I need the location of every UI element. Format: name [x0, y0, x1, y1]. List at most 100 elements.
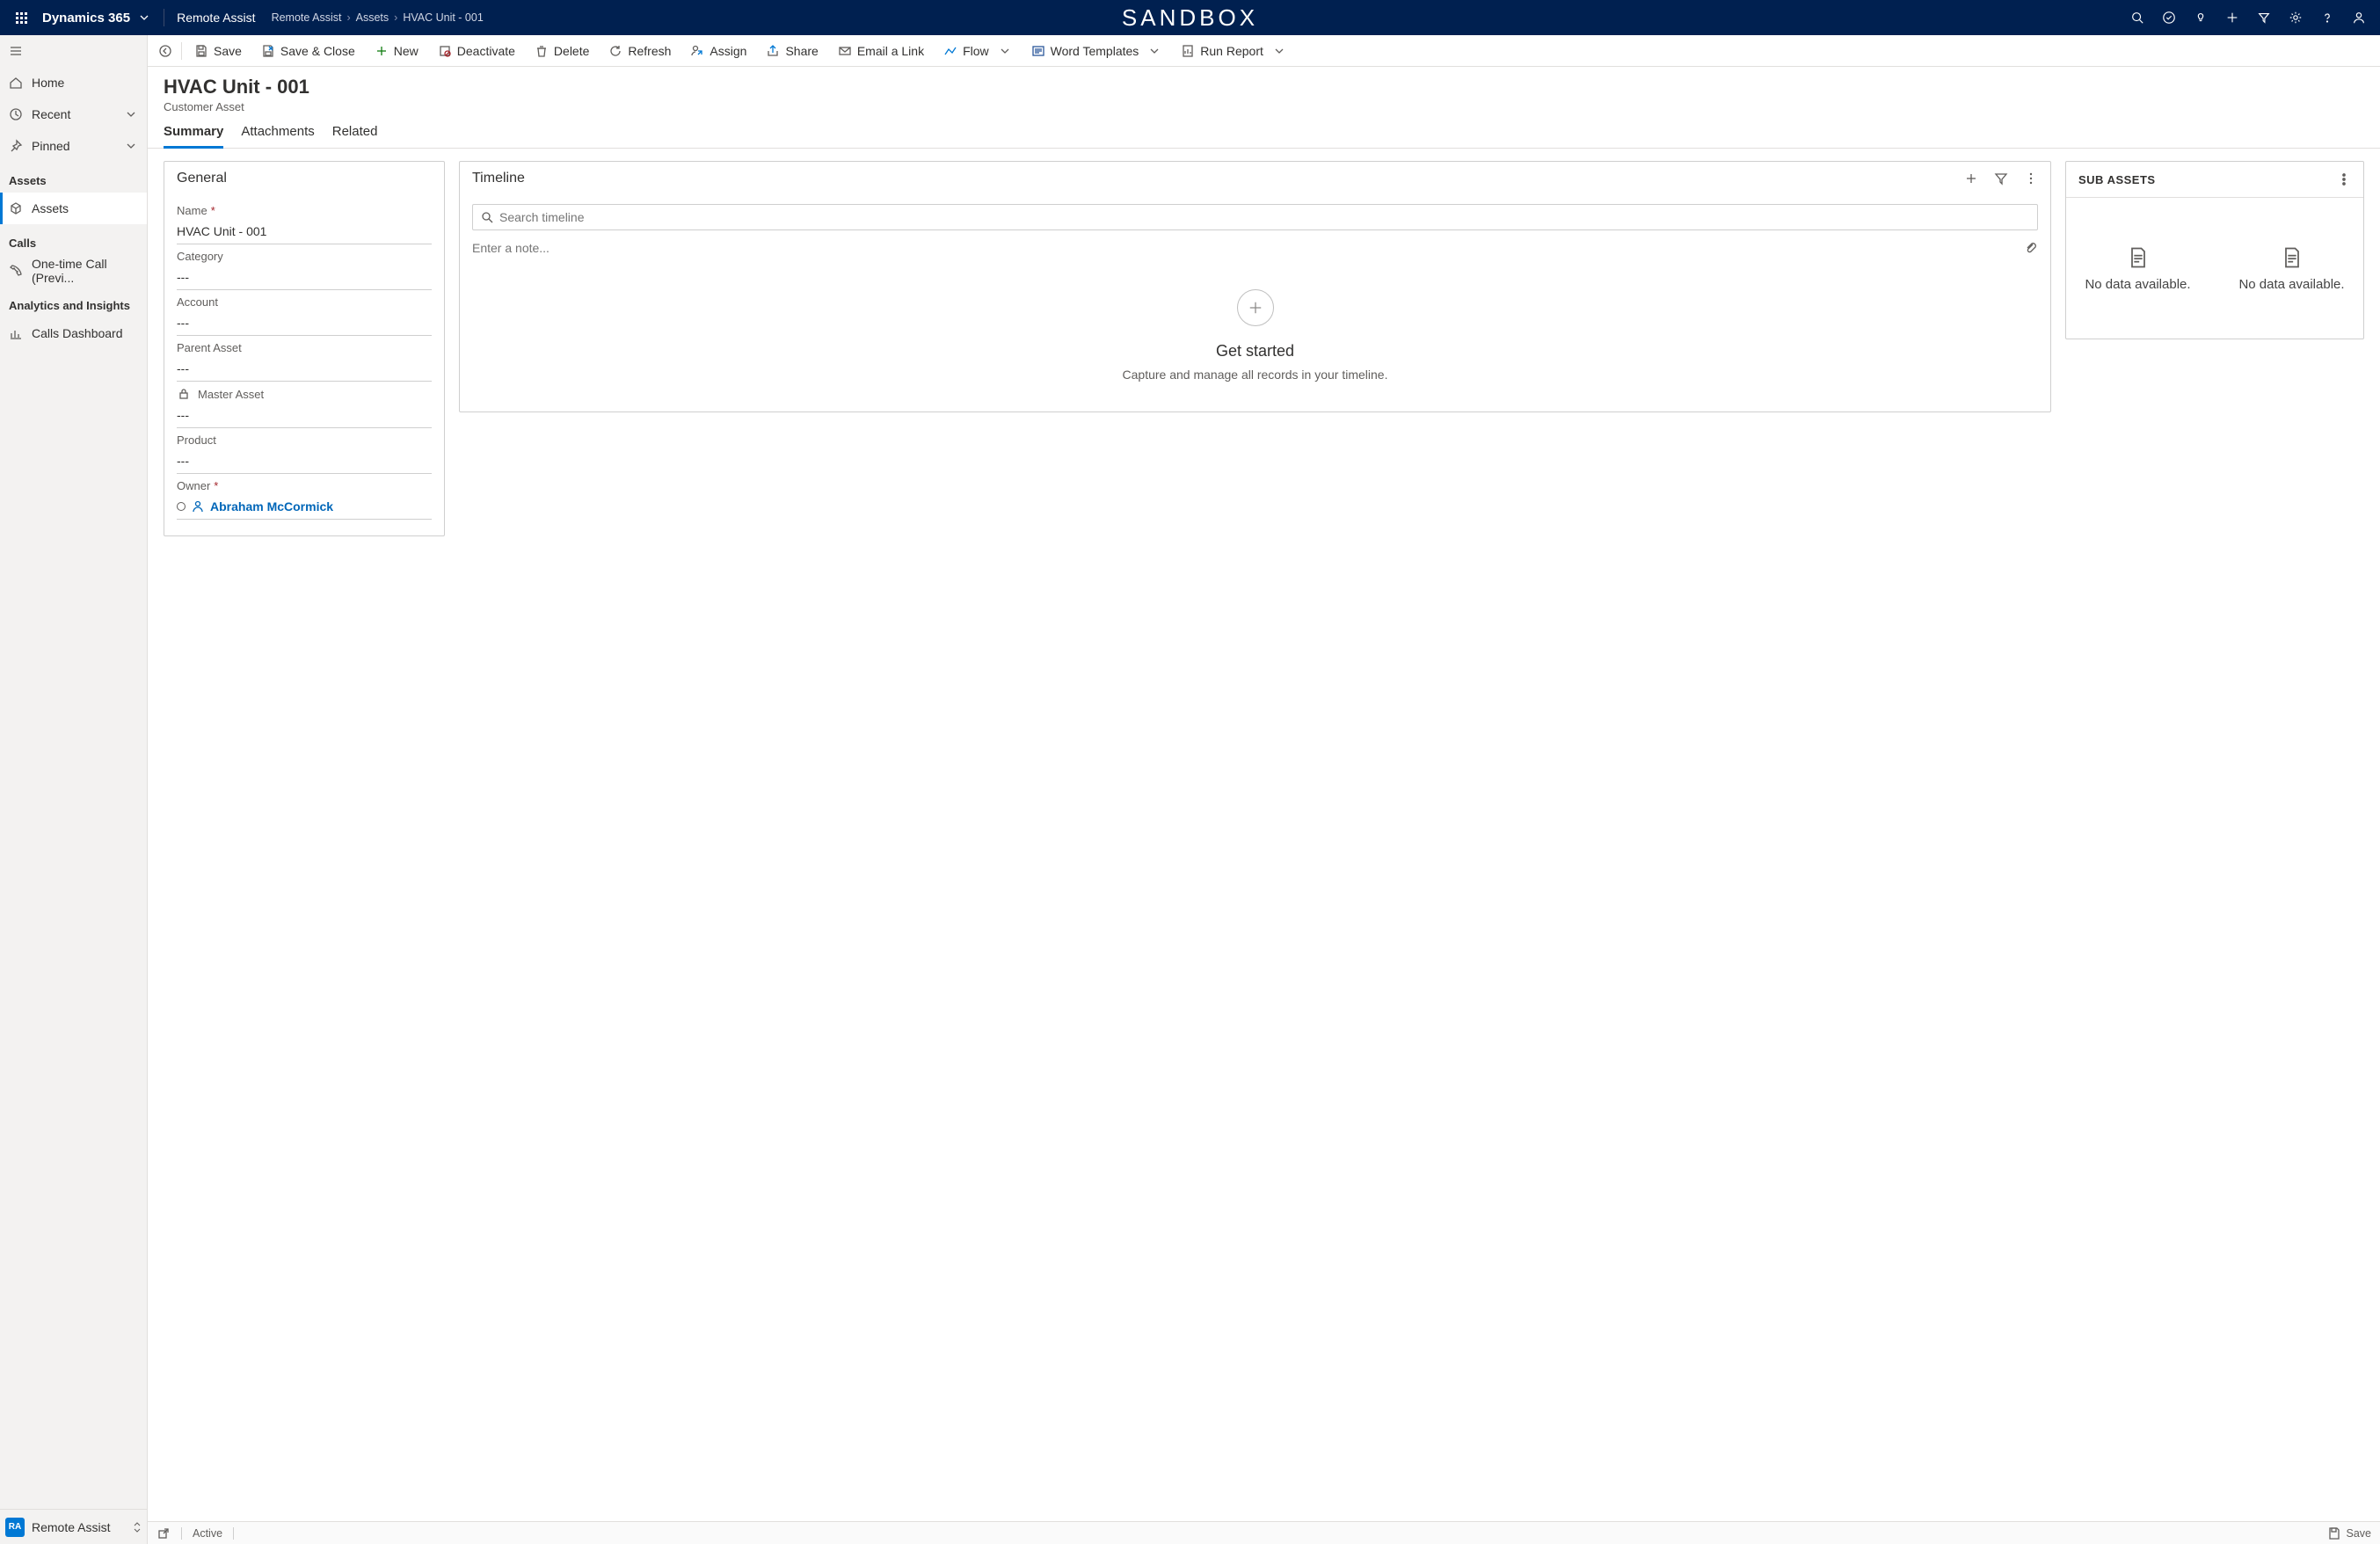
field-value[interactable]: Abraham McCormick: [177, 496, 432, 520]
nav-footer-app-picker[interactable]: RA Remote Assist: [0, 1509, 147, 1544]
command-bar: Save Save & Close New Deactivate Delete …: [148, 35, 2380, 67]
plus-icon[interactable]: [2225, 11, 2239, 25]
filter-icon[interactable]: [2257, 11, 2271, 25]
run-report-button[interactable]: Run Report: [1172, 35, 1295, 66]
search-icon: [480, 210, 494, 224]
nav-pinned[interactable]: Pinned: [0, 130, 147, 162]
app-launcher-button[interactable]: [7, 12, 35, 24]
timeline-search-input[interactable]: [499, 210, 2030, 224]
plus-circle-icon[interactable]: [1237, 289, 1274, 326]
tab-related[interactable]: Related: [332, 124, 378, 148]
go-back-button[interactable]: [153, 44, 178, 58]
timeline-search[interactable]: [472, 204, 2038, 230]
add-icon[interactable]: [1964, 171, 1978, 186]
save-button[interactable]: Save: [186, 35, 251, 66]
refresh-button[interactable]: Refresh: [600, 35, 680, 66]
field-value[interactable]: ---: [177, 266, 432, 290]
save-close-icon: [261, 44, 275, 58]
nav-calls-dashboard[interactable]: Calls Dashboard: [0, 317, 147, 349]
status-state: Active: [193, 1527, 222, 1540]
app-name-label[interactable]: Remote Assist: [177, 11, 255, 25]
cmd-label: Run Report: [1200, 44, 1263, 58]
assign-icon: [690, 44, 704, 58]
field-value[interactable]: HVAC Unit - 001: [177, 221, 432, 244]
status-save-button[interactable]: Save: [2327, 1526, 2372, 1540]
hamburger-button[interactable]: [0, 35, 147, 67]
cmd-label: Save & Close: [280, 44, 355, 58]
nav-assets[interactable]: Assets: [0, 193, 147, 224]
breadcrumb-item[interactable]: Remote Assist: [272, 11, 342, 24]
main-area: Save Save & Close New Deactivate Delete …: [148, 35, 2380, 1544]
gear-icon[interactable]: [2289, 11, 2303, 25]
more-icon[interactable]: [2024, 171, 2038, 186]
cmd-label: Save: [214, 44, 242, 58]
user-icon[interactable]: [2352, 11, 2366, 25]
lightbulb-icon[interactable]: [2194, 11, 2208, 25]
nav-home[interactable]: Home: [0, 67, 147, 98]
deactivate-button[interactable]: Deactivate: [429, 35, 524, 66]
breadcrumb-item[interactable]: HVAC Unit - 001: [403, 11, 483, 24]
owner-name: Abraham McCormick: [210, 499, 333, 513]
nav-label: Pinned: [32, 139, 70, 153]
field-label: Parent Asset: [177, 341, 242, 354]
chevron-left-circle-icon: [158, 44, 172, 58]
breadcrumb: Remote Assist › Assets › HVAC Unit - 001: [272, 11, 484, 24]
attachment-icon[interactable]: [2024, 241, 2038, 255]
nav-label: Recent: [32, 107, 70, 121]
new-button[interactable]: New: [366, 35, 427, 66]
email-icon: [838, 44, 852, 58]
field-parent-asset[interactable]: Parent Asset ---: [177, 341, 432, 382]
empty-description: Capture and manage all records in your t…: [1123, 368, 1388, 382]
field-value[interactable]: ---: [177, 312, 432, 336]
tab-attachments[interactable]: Attachments: [241, 124, 314, 148]
waffle-icon: [16, 12, 27, 24]
field-owner[interactable]: Owner* Abraham McCormick: [177, 479, 432, 520]
field-value[interactable]: ---: [177, 358, 432, 382]
help-icon[interactable]: [2320, 11, 2334, 25]
field-label: Account: [177, 295, 218, 309]
brand-label[interactable]: Dynamics 365: [42, 11, 130, 25]
home-icon: [9, 76, 23, 90]
assign-button[interactable]: Assign: [681, 35, 755, 66]
nav-onetime-call[interactable]: One-time Call (Previ...: [0, 255, 147, 287]
more-icon[interactable]: [2337, 172, 2351, 186]
word-templates-button[interactable]: Word Templates: [1023, 35, 1171, 66]
report-icon: [1181, 44, 1195, 58]
timeline-note-input[interactable]: [472, 241, 2024, 255]
cmd-label: Refresh: [628, 44, 671, 58]
divider: [181, 1527, 182, 1540]
popout-icon[interactable]: [156, 1526, 171, 1540]
search-icon[interactable]: [2130, 11, 2144, 25]
field-product[interactable]: Product ---: [177, 433, 432, 474]
card-title: SUB ASSETS: [2078, 173, 2156, 186]
filter-icon[interactable]: [1994, 171, 2008, 186]
app-badge: RA: [5, 1518, 25, 1537]
updown-icon: [133, 1522, 142, 1533]
environment-label: SANDBOX: [1122, 4, 1258, 32]
share-button[interactable]: Share: [757, 35, 826, 66]
cmd-label: Word Templates: [1051, 44, 1139, 58]
field-category[interactable]: Category ---: [177, 250, 432, 290]
clock-icon: [9, 107, 23, 121]
field-value[interactable]: ---: [177, 450, 432, 474]
breadcrumb-item[interactable]: Assets: [356, 11, 389, 24]
field-name[interactable]: Name* HVAC Unit - 001: [177, 204, 432, 244]
field-label: Master Asset: [198, 388, 264, 401]
lock-icon: [177, 387, 191, 401]
flow-icon: [943, 44, 957, 58]
chevron-down-icon[interactable]: [124, 139, 138, 153]
chevron-down-icon[interactable]: [137, 11, 151, 25]
email-link-button[interactable]: Email a Link: [829, 35, 933, 66]
tab-summary[interactable]: Summary: [164, 124, 223, 149]
save-close-button[interactable]: Save & Close: [252, 35, 364, 66]
menu-icon: [9, 44, 23, 58]
required-marker: *: [214, 479, 218, 492]
delete-button[interactable]: Delete: [526, 35, 598, 66]
field-account[interactable]: Account ---: [177, 295, 432, 336]
record-header: HVAC Unit - 001 Customer Asset: [148, 67, 2380, 113]
flow-button[interactable]: Flow: [935, 35, 1021, 66]
task-icon[interactable]: [2162, 11, 2176, 25]
nav-recent[interactable]: Recent: [0, 98, 147, 130]
chevron-down-icon[interactable]: [124, 107, 138, 121]
timeline-note-row[interactable]: [472, 237, 2038, 263]
